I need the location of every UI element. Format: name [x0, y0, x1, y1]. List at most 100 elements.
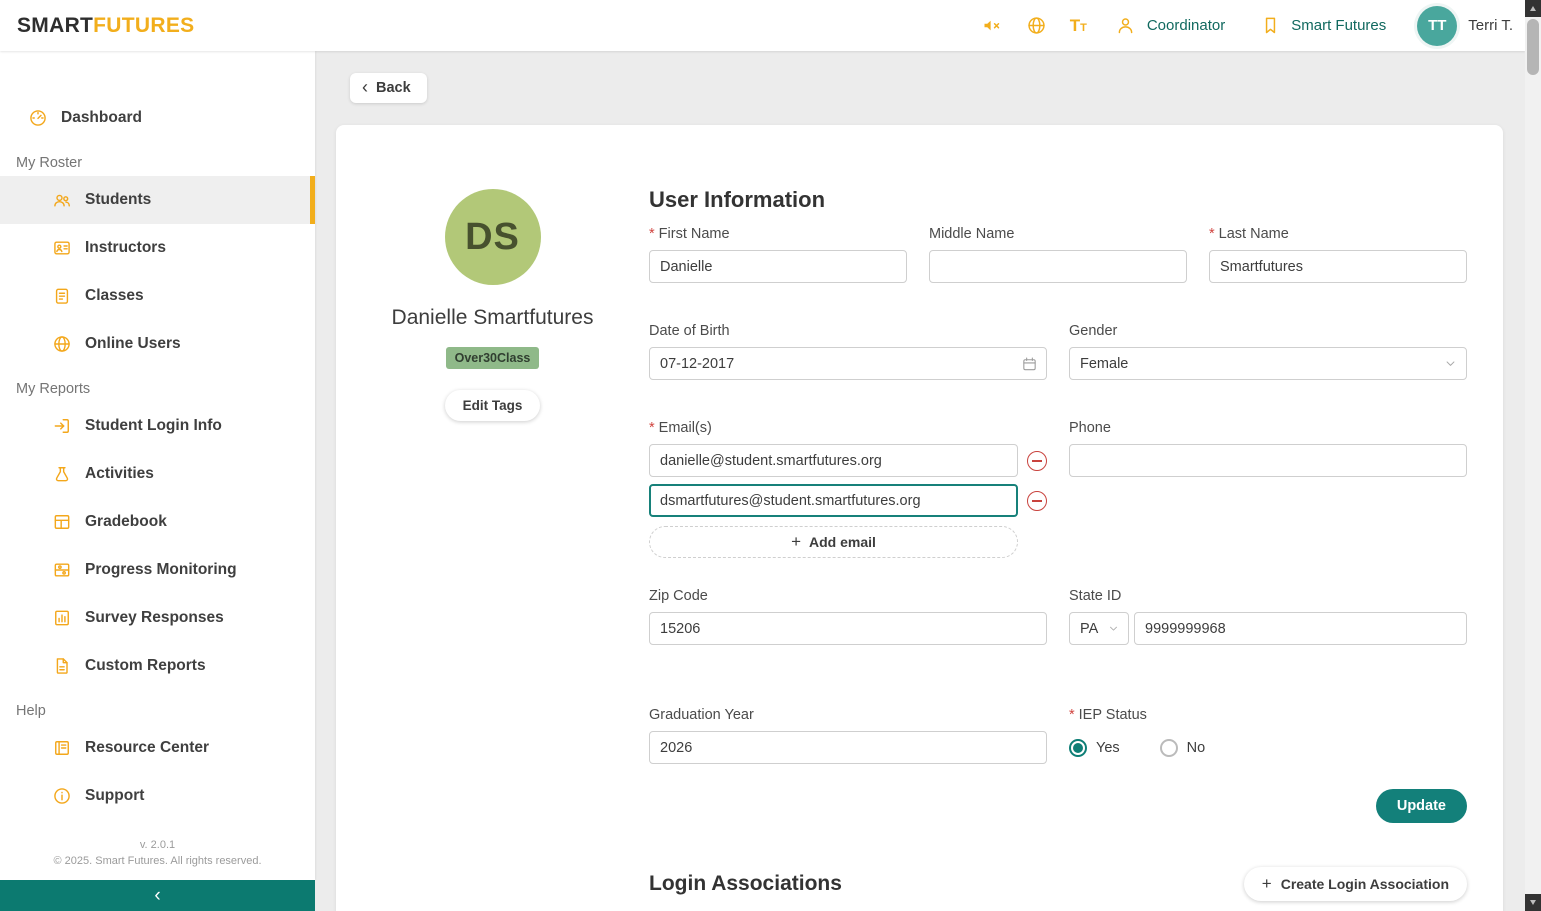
back-label: Back — [376, 80, 411, 96]
sidebar-item-students[interactable]: Students — [0, 176, 315, 224]
role-menu[interactable]: Coordinator — [1108, 14, 1231, 38]
first-name-input[interactable] — [649, 250, 907, 283]
edit-tags-button[interactable]: Edit Tags — [445, 390, 541, 421]
grad-year-input[interactable] — [649, 731, 1047, 764]
user-avatar: TT — [1417, 6, 1457, 46]
state-id-input[interactable] — [1134, 612, 1467, 645]
emails-label: *Email(s) — [649, 420, 1047, 436]
state-value: PA — [1080, 621, 1098, 637]
book-icon — [52, 738, 72, 758]
text-size-icon[interactable]: TT — [1070, 17, 1087, 34]
required-marker: * — [649, 420, 655, 436]
remove-email-icon[interactable] — [1027, 491, 1047, 511]
gauge-icon — [28, 108, 48, 128]
phone-label: Phone — [1069, 420, 1467, 436]
zip-input[interactable] — [649, 612, 1047, 645]
user-menu[interactable]: TT Terri T. — [1413, 6, 1513, 46]
radio-unchecked-icon — [1160, 739, 1178, 757]
globe-icon[interactable] — [1025, 14, 1049, 38]
logo-text-futures: FUTURES — [93, 14, 194, 37]
chevron-left-icon: ‹ — [362, 78, 368, 96]
sidebar-item-progress-monitoring[interactable]: Progress Monitoring — [0, 546, 315, 594]
students-icon — [52, 190, 72, 210]
id-card-icon — [52, 238, 72, 258]
sidebar-item-activities[interactable]: Activities — [0, 450, 315, 498]
last-name-input[interactable] — [1209, 250, 1467, 283]
sidebar-item-instructors[interactable]: Instructors — [0, 224, 315, 272]
create-login-association-button[interactable]: + Create Login Association — [1244, 867, 1467, 901]
phone-input[interactable] — [1069, 444, 1467, 477]
org-menu[interactable]: Smart Futures — [1252, 14, 1392, 38]
user-information-form: User Information *First Name Middle Name… — [649, 125, 1503, 911]
gender-select[interactable]: Female — [1069, 347, 1467, 380]
page-scrollbar[interactable] — [1525, 0, 1541, 911]
role-label: Coordinator — [1147, 17, 1225, 34]
sidebar-item-classes[interactable]: Classes — [0, 272, 315, 320]
iep-group: *IEP Status Yes No — [1069, 707, 1467, 764]
sidebar: Dashboard My Roster Students Instructors… — [0, 51, 315, 880]
app-header: SMARTFUTURES TT Coordinator Smart Future… — [0, 0, 1525, 51]
globe-icon — [52, 334, 72, 354]
main-content: ‹ Back DS Danielle Smartfutures Over30Cl… — [315, 51, 1525, 911]
logo-text-smart: SMART — [17, 14, 93, 37]
last-name-label: *Last Name — [1209, 226, 1467, 242]
iep-yes-radio[interactable]: Yes — [1069, 739, 1120, 757]
sidebar-item-gradebook[interactable]: Gradebook — [0, 498, 315, 546]
email-input-2[interactable] — [649, 484, 1018, 517]
gender-label: Gender — [1069, 323, 1467, 339]
email-input-1[interactable] — [649, 444, 1018, 477]
sidebar-item-label: Support — [85, 787, 144, 805]
gender-value: Female — [1080, 356, 1128, 372]
org-label: Smart Futures — [1291, 17, 1386, 34]
state-id-group: State ID PA — [1069, 588, 1467, 645]
iep-no-radio[interactable]: No — [1160, 739, 1206, 757]
sidebar-item-support[interactable]: Support — [0, 772, 315, 820]
app-logo[interactable]: SMARTFUTURES — [17, 14, 194, 38]
add-email-button[interactable]: + Add email — [649, 526, 1018, 558]
update-button[interactable]: Update — [1376, 789, 1467, 823]
sidebar-item-label: Progress Monitoring — [85, 561, 237, 579]
login-associations-title: Login Associations — [649, 872, 842, 896]
required-marker: * — [1069, 707, 1075, 723]
plus-icon: + — [791, 533, 801, 550]
sidebar-item-label: Students — [85, 191, 151, 209]
login-arrow-icon — [52, 416, 72, 436]
profile-panel: DS Danielle Smartfutures Over30Class Edi… — [336, 125, 649, 911]
document-icon — [52, 656, 72, 676]
sidebar-item-dashboard[interactable]: Dashboard — [0, 94, 315, 142]
mute-icon[interactable] — [980, 14, 1004, 38]
scroll-down-button[interactable] — [1525, 894, 1541, 911]
chevron-left-icon: ‹ — [154, 885, 160, 907]
bookmark-icon — [1258, 14, 1282, 38]
sidebar-collapse-button[interactable]: ‹ — [0, 880, 315, 911]
sidebar-item-label: Survey Responses — [85, 609, 224, 627]
sidebar-item-label: Instructors — [85, 239, 166, 257]
scrollbar-thumb[interactable] — [1527, 19, 1539, 75]
middle-name-label: Middle Name — [929, 226, 1187, 242]
dob-group: Date of Birth — [649, 323, 1047, 380]
sidebar-item-student-login-info[interactable]: Student Login Info — [0, 402, 315, 450]
app-version: v. 2.0.1 — [0, 838, 315, 854]
copyright: © 2025. Smart Futures. All rights reserv… — [0, 854, 315, 870]
add-email-label: Add email — [809, 534, 876, 550]
sidebar-item-custom-reports[interactable]: Custom Reports — [0, 642, 315, 690]
user-name: Terri T. — [1468, 17, 1513, 34]
sidebar-item-resource-center[interactable]: Resource Center — [0, 724, 315, 772]
state-select[interactable]: PA — [1069, 612, 1129, 645]
sidebar-item-label: Student Login Info — [85, 417, 222, 435]
chevron-down-icon — [1443, 356, 1458, 371]
sidebar-item-label: Online Users — [85, 335, 181, 353]
middle-name-input[interactable] — [929, 250, 1187, 283]
dob-input[interactable] — [649, 347, 1047, 380]
sidebar-item-online-users[interactable]: Online Users — [0, 320, 315, 368]
remove-email-icon[interactable] — [1027, 451, 1047, 471]
iep-label: *IEP Status — [1069, 707, 1467, 723]
sidebar-item-survey-responses[interactable]: Survey Responses — [0, 594, 315, 642]
scroll-up-button[interactable] — [1525, 0, 1541, 17]
sidebar-item-label: Dashboard — [61, 109, 142, 127]
person-icon — [1114, 14, 1138, 38]
state-id-label: State ID — [1069, 588, 1467, 604]
back-button[interactable]: ‹ Back — [350, 73, 427, 103]
chevron-down-icon — [1107, 622, 1120, 635]
sidebar-item-label: Custom Reports — [85, 657, 206, 675]
